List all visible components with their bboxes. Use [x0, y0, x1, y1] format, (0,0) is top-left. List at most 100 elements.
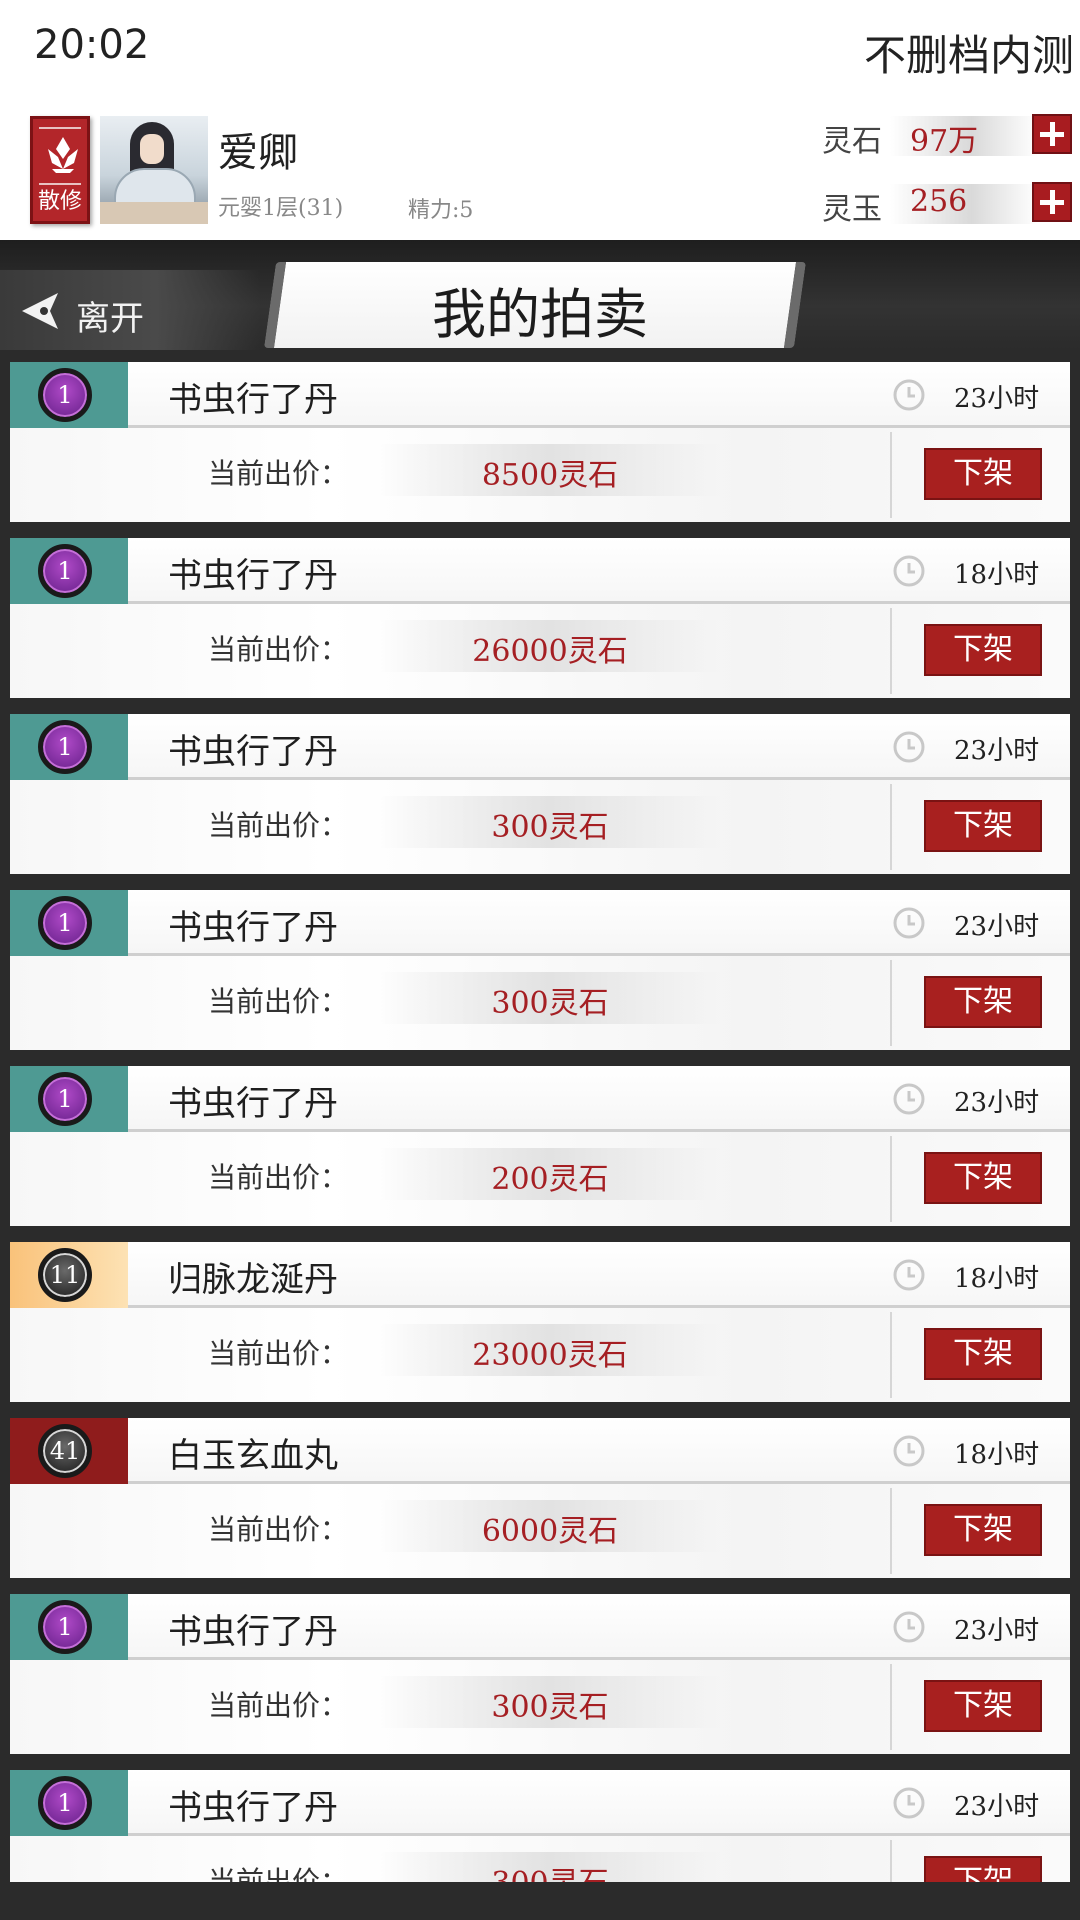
player-stamina: 精力:5	[408, 198, 474, 223]
bid-value: 300灵石	[491, 986, 609, 1021]
currency-name: 灵玉	[822, 192, 882, 227]
bid-label: 当前出价：	[208, 1337, 349, 1370]
clock-icon	[893, 907, 925, 939]
divider	[890, 1136, 892, 1222]
page-title: 我的拍卖	[432, 283, 648, 346]
player-realm: 元婴1层(31)	[218, 196, 344, 221]
delist-button[interactable]: 下架	[924, 624, 1042, 676]
divider	[890, 432, 892, 518]
remaining-time: 18小时	[954, 560, 1040, 590]
sect-badge-label: 散修	[37, 189, 82, 214]
auction-item[interactable]: 1 书虫行了丹 23小时当前出价： 300灵石 下架	[10, 714, 1070, 874]
bid-label: 当前出价：	[208, 1865, 349, 1882]
delist-button[interactable]: 下架	[924, 1152, 1042, 1204]
auction-item[interactable]: 1 书虫行了丹 23小时当前出价： 300灵石 下架	[10, 1594, 1070, 1754]
bid-value: 300灵石	[380, 1858, 720, 1882]
bid-value: 26000灵石	[472, 634, 628, 669]
add-spirit-stone-button[interactable]	[1032, 114, 1072, 154]
remaining-time: 23小时	[954, 1088, 1040, 1118]
auction-item[interactable]: 1 书虫行了丹 23小时当前出价： 200灵石 下架	[10, 1066, 1070, 1226]
bid-label: 当前出价：	[208, 1161, 349, 1194]
divider	[890, 960, 892, 1046]
divider	[890, 1488, 892, 1574]
remaining-time: 23小时	[954, 1616, 1040, 1646]
clock-icon	[893, 1435, 925, 1467]
item-level-badge: 1	[38, 544, 92, 598]
divider	[890, 1312, 892, 1398]
leave-button-label: 离开	[76, 299, 144, 339]
bid-value: 300灵石	[491, 1690, 609, 1725]
currency-value: 256	[910, 184, 968, 219]
remaining-time: 18小时	[954, 1264, 1040, 1294]
item-name: 书虫行了丹	[168, 1788, 338, 1828]
item-level-badge: 11	[38, 1248, 92, 1302]
bid-label: 当前出价：	[208, 633, 349, 666]
remaining-time: 18小时	[954, 1440, 1040, 1470]
item-name: 归脉龙涎丹	[168, 1260, 338, 1300]
leave-button[interactable]: 离开	[14, 285, 184, 341]
divider	[890, 608, 892, 694]
bid-value: 8500灵石	[481, 458, 619, 493]
bid-label: 当前出价：	[208, 457, 349, 490]
clock-icon	[893, 731, 925, 763]
delist-button[interactable]: 下架	[924, 448, 1042, 500]
item-level-badge: 1	[38, 1072, 92, 1126]
item-level-badge: 1	[38, 368, 92, 422]
top-status-bar: 20:02 不删档内测 散修 爱卿 元婴1层(31) 精力:5 灵石 97万 灵…	[0, 0, 1080, 240]
divider	[890, 1664, 892, 1750]
item-name: 书虫行了丹	[168, 732, 338, 772]
bid-value: 200灵石	[491, 1162, 609, 1197]
item-level-badge: 1	[38, 720, 92, 774]
currency-spirit-stone: 灵石 97万	[820, 114, 1072, 159]
item-level-badge: 1	[38, 1776, 92, 1830]
delist-button[interactable]: 下架	[924, 1856, 1042, 1882]
currency-name: 灵石	[822, 124, 882, 159]
auction-item[interactable]: 11 归脉龙涎丹 18小时当前出价： 23000灵石 下架	[10, 1242, 1070, 1402]
item-level-badge: 1	[38, 1600, 92, 1654]
sect-badge[interactable]: 散修	[30, 116, 90, 224]
back-arrow-icon	[22, 293, 58, 329]
clock-time: 20:02	[34, 22, 150, 68]
item-name: 书虫行了丹	[168, 908, 338, 948]
item-name: 书虫行了丹	[168, 556, 338, 596]
auction-list[interactable]: 1 书虫行了丹 23小时 当前出价： 8500灵石 下架 1 书虫行了丹 18小时 当前出价： 26…	[10, 362, 1070, 1882]
clock-icon	[893, 379, 925, 411]
add-spirit-jade-button[interactable]	[1032, 182, 1072, 222]
bid-label: 当前出价：	[208, 985, 349, 1018]
clock-icon	[893, 1787, 925, 1819]
bid-label: 当前出价：	[208, 809, 349, 842]
item-name: 书虫行了丹	[168, 1084, 338, 1124]
lotus-icon	[48, 137, 78, 173]
clock-icon	[893, 1259, 925, 1291]
currency-value: 97万	[910, 124, 979, 159]
clock-icon	[893, 1083, 925, 1115]
item-name: 书虫行了丹	[168, 1612, 338, 1652]
item-level-badge: 1	[38, 896, 92, 950]
auction-item[interactable]: 1 书虫行了丹 23小时当前出价： 8500灵石 下架	[10, 362, 1070, 522]
delist-button[interactable]: 下架	[924, 1680, 1042, 1732]
currency-spirit-jade: 灵玉 256	[820, 182, 1072, 227]
divider	[890, 784, 892, 870]
avatar[interactable]	[100, 116, 208, 224]
item-name: 书虫行了丹	[168, 380, 338, 420]
clock-icon	[893, 1611, 925, 1643]
delist-button[interactable]: 下架	[924, 1504, 1042, 1556]
bid-label: 当前出价：	[208, 1689, 349, 1722]
auction-item[interactable]: 1 书虫行了丹 23小时当前出价： 300灵石 下架	[10, 890, 1070, 1050]
auction-item[interactable]: 41 白玉玄血丸 18小时当前出价： 6000灵石 下架	[10, 1418, 1070, 1578]
clock-icon	[893, 555, 925, 587]
remaining-time: 23小时	[954, 1792, 1040, 1822]
remaining-time: 23小时	[954, 384, 1040, 414]
auction-item[interactable]: 1 书虫行了丹 18小时当前出价： 26000灵石 下架	[10, 538, 1070, 698]
auction-item[interactable]: 1 书虫行了丹 23小时当前出价： 300灵石 下架	[10, 1770, 1070, 1882]
item-name: 白玉玄血丸	[168, 1436, 338, 1476]
delist-button[interactable]: 下架	[924, 976, 1042, 1028]
bid-value: 23000灵石	[472, 1338, 628, 1373]
bid-value: 6000灵石	[481, 1514, 619, 1549]
delist-button[interactable]: 下架	[924, 800, 1042, 852]
bid-label: 当前出价：	[208, 1513, 349, 1546]
player-name: 爱卿	[218, 130, 298, 176]
item-level-badge: 41	[38, 1424, 92, 1478]
delist-button[interactable]: 下架	[924, 1328, 1042, 1380]
divider	[890, 1840, 892, 1882]
